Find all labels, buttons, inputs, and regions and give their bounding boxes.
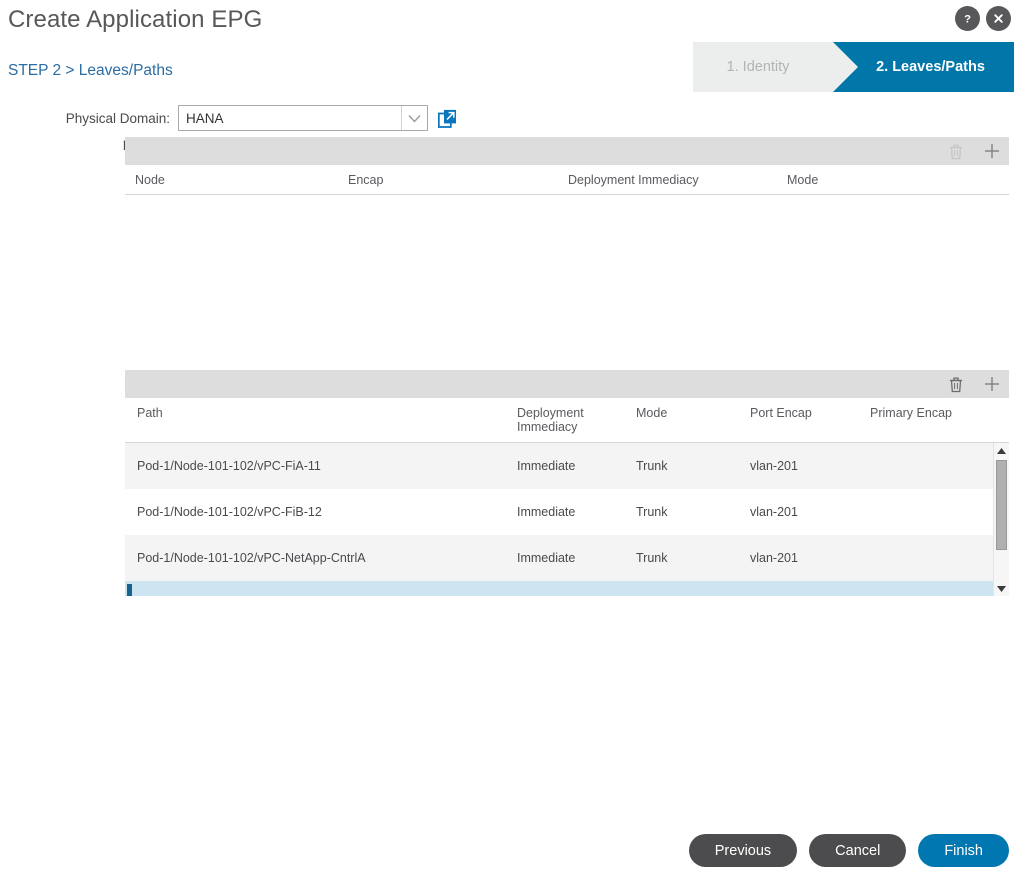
paths-table-body: Pod-1/Node-101-102/vPC-FiA-11ImmediateTr…: [125, 443, 1009, 596]
paths-column-path: Path: [125, 398, 517, 428]
dialog-footer: Previous Cancel Finish: [0, 834, 1017, 867]
window-controls: ?: [955, 6, 1011, 31]
paths-cell-deployment-immediacy: Immediate: [517, 505, 636, 519]
wizard-steps: 1. Identity 2. Leaves/Paths: [693, 42, 1014, 92]
help-icon[interactable]: ?: [955, 6, 980, 31]
scroll-down-arrow-icon[interactable]: [994, 581, 1009, 596]
paths-toolbar: [125, 370, 1009, 398]
paths-table-header: Path Deployment Immediacy Mode Port Enca…: [125, 398, 1009, 443]
previous-button[interactable]: Previous: [689, 834, 797, 867]
chevron-down-icon[interactable]: [401, 106, 427, 130]
scroll-up-arrow-icon[interactable]: [994, 443, 1009, 458]
cancel-button[interactable]: Cancel: [809, 834, 906, 867]
paths-cell-path: Pod-1/Node-101-102/vPC-NetApp-CntrlA: [125, 551, 517, 565]
step-tab-leaves-paths-label: 2. Leaves/Paths: [876, 59, 985, 75]
step-tab-identity[interactable]: 1. Identity: [693, 42, 833, 92]
paths-cell-port-encap: vlan-201: [750, 459, 870, 473]
paths-cell-path: Pod-1/Node-101-102/vPC-FiB-12: [125, 505, 517, 519]
paths-cell-mode: Trunk: [636, 459, 750, 473]
leaves-column-encap: Encap: [348, 165, 568, 194]
table-row[interactable]: Pod-1/Node-101-102/vPC-FiA-11ImmediateTr…: [125, 443, 1009, 489]
leaves-table: Node Encap Deployment Immediacy Mode: [125, 137, 1009, 195]
table-row[interactable]: Pod-1/Node-101-102/vPC-FiB-12ImmediateTr…: [125, 489, 1009, 535]
step-tab-identity-label: 1. Identity: [727, 59, 790, 75]
paths-scroll-area: Pod-1/Node-101-102/vPC-FiA-11ImmediateTr…: [125, 443, 1009, 596]
step-tab-leaves-paths[interactable]: 2. Leaves/Paths: [833, 42, 1014, 92]
svg-text:?: ?: [964, 13, 971, 25]
finish-button[interactable]: Finish: [918, 834, 1009, 867]
paths-cell-deployment-immediacy: Immediate: [517, 459, 636, 473]
scrollbar-track[interactable]: [994, 458, 1009, 581]
paths-table: Path Deployment Immediacy Mode Port Enca…: [125, 370, 1009, 596]
leaves-column-deployment-immediacy: Deployment Immediacy: [568, 165, 787, 194]
paths-cell-deployment-immediacy: Immediate: [517, 551, 636, 565]
open-in-new-window-icon[interactable]: [438, 109, 457, 128]
paths-column-mode: Mode: [636, 398, 750, 428]
leaves-toolbar: [125, 137, 1009, 165]
paths-vertical-scrollbar[interactable]: [993, 443, 1009, 596]
leaves-column-mode: Mode: [787, 165, 887, 194]
paths-delete-trash-icon[interactable]: [947, 374, 965, 394]
close-icon[interactable]: [986, 6, 1011, 31]
paths-cell-port-encap: vlan-201: [750, 505, 870, 519]
breadcrumb: STEP 2 > Leaves/Paths: [8, 62, 173, 80]
paths-column-deployment-immediacy: Deployment Immediacy: [517, 398, 636, 442]
physical-domain-row: Physical Domain: HANA: [0, 104, 1017, 132]
paths-cell-port-encap: vlan-201: [750, 551, 870, 565]
table-row[interactable]: Pod-1/Node-101-102/vPC-NetApp-CntrlAImme…: [125, 535, 1009, 581]
paths-cell-path: Pod-1/Node-101-102/vPC-FiA-11: [125, 459, 517, 473]
paths-cell-mode: Trunk: [636, 551, 750, 565]
leaves-table-header: Node Encap Deployment Immediacy Mode: [125, 165, 1009, 195]
physical-domain-value: HANA: [179, 111, 401, 126]
page-title: Create Application EPG: [8, 6, 262, 34]
physical-domain-label: Physical Domain:: [0, 111, 178, 126]
leaves-add-plus-icon[interactable]: [983, 141, 1001, 161]
table-row[interactable]: Pod-1/Node-101-102/vPC-NetApp-CntrlBImme…: [125, 581, 1009, 596]
scrollbar-thumb[interactable]: [996, 460, 1007, 550]
paths-column-port-encap: Port Encap: [750, 398, 870, 428]
leaves-delete-trash-icon[interactable]: [947, 141, 965, 161]
paths-column-primary-encap: Primary Encap: [870, 398, 990, 428]
paths-add-plus-icon[interactable]: [983, 374, 1001, 394]
leaves-column-node: Node: [125, 165, 348, 194]
physical-domain-select[interactable]: HANA: [178, 105, 428, 131]
paths-cell-mode: Trunk: [636, 505, 750, 519]
